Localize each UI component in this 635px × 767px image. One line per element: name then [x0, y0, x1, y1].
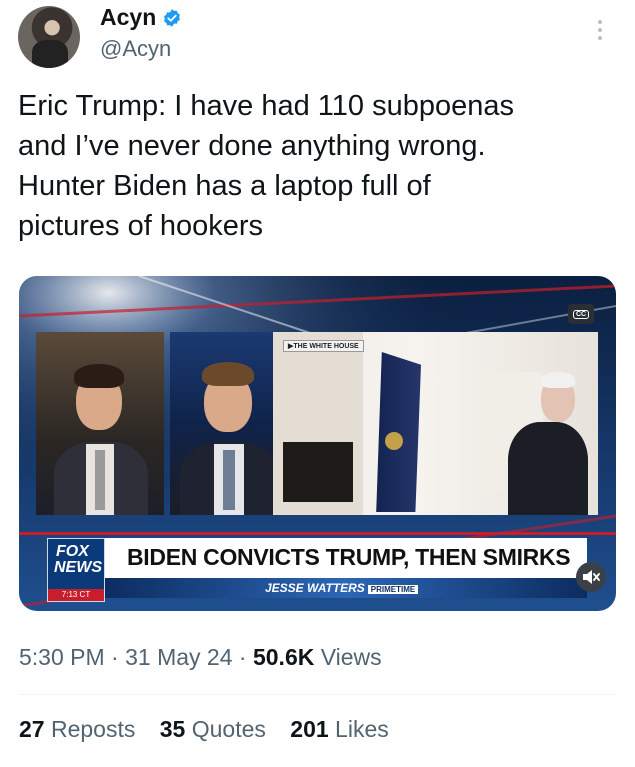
quotes-label: Quotes	[191, 716, 266, 742]
show-name: JESSE WATTERS PRIMETIME	[265, 581, 419, 595]
likes-link[interactable]: 201 Likes	[290, 716, 388, 742]
show-title: JESSE WATTERS	[265, 581, 365, 595]
likes-label: Likes	[335, 716, 389, 742]
engagement-stats: 27 Reposts 35 Quotes 201 Likes	[19, 716, 389, 743]
author-handle[interactable]: @Acyn	[100, 36, 171, 62]
host-video-panel	[36, 332, 164, 515]
tweet-metadata: 5:30 PM · 31 May 24 · 50.6K Views	[19, 644, 382, 671]
location-tag: ▶THE WHITE HOUSE	[283, 340, 364, 352]
author-avatar[interactable]	[18, 6, 80, 68]
guest-video-panel	[170, 332, 288, 515]
tweet-line: Hunter Biden has a laptop full of	[18, 170, 431, 202]
reposts-label: Reposts	[50, 716, 136, 742]
tweet-date[interactable]: 31 May 24	[125, 644, 232, 670]
tweet-text: Eric Trump: I have had 110 subpoenas and…	[18, 86, 618, 246]
quotes-count: 35	[159, 716, 186, 742]
reposts-count: 27	[19, 716, 45, 742]
author-display-name[interactable]: Acyn	[100, 4, 156, 31]
divider	[19, 694, 616, 695]
avatar-figure	[32, 40, 68, 68]
tweet-time[interactable]: 5:30 PM	[19, 644, 105, 670]
views-label: Views	[320, 644, 382, 670]
views-count: 50.6K	[252, 644, 315, 670]
likes-count: 201	[290, 716, 329, 742]
chyron-headline: BIDEN CONVICTS TRUMP, THEN SMIRKS	[127, 544, 571, 570]
author-name-row: Acyn	[100, 4, 182, 31]
meta-separator: ·	[232, 644, 253, 670]
fox-news-logo: FOX NEWS 7:13 CT	[47, 538, 105, 602]
quotes-link[interactable]: 35 Quotes	[160, 716, 266, 742]
meta-separator: ·	[104, 644, 126, 670]
video-player[interactable]: ▶THE WHITE HOUSE CC BIDEN CONVICTS TRUMP…	[19, 276, 616, 611]
chyron-accent-line	[19, 532, 616, 535]
tweet-line: pictures of hookers	[18, 210, 264, 242]
show-suffix: PRIMETIME	[367, 585, 419, 594]
white-house-video-panel	[273, 332, 598, 515]
logo-text-news: NEWS	[54, 559, 102, 576]
closed-captions-button[interactable]: CC	[568, 304, 594, 324]
cc-label: CC	[572, 309, 590, 319]
speaker-muted-icon[interactable]	[576, 562, 606, 592]
broadcast-clock: 7:13 CT	[48, 589, 104, 601]
verified-badge-icon	[164, 8, 181, 27]
tweet-line: Eric Trump: I have had 110 subpoenas	[18, 90, 514, 122]
reposts-link[interactable]: 27 Reposts	[19, 716, 135, 742]
more-options-icon[interactable]	[596, 20, 604, 44]
tweet-line: and I’ve never done anything wrong.	[18, 130, 486, 162]
